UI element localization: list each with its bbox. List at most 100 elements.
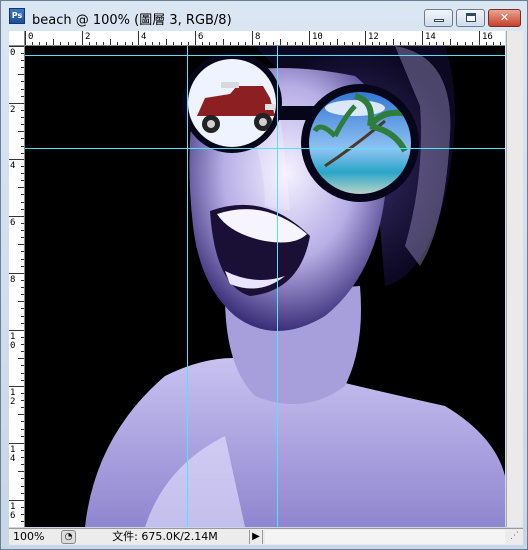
ruler-tick xyxy=(9,273,24,274)
ruler-tick xyxy=(464,42,466,45)
ruler-tick xyxy=(21,53,24,55)
horizontal-ruler[interactable]: 0 2 4 6 8 10 12 14 16 xyxy=(25,31,505,46)
horizontal-scrollbar[interactable] xyxy=(265,530,505,544)
ruler-tick xyxy=(436,42,438,45)
ruler-tick xyxy=(21,457,24,459)
ruler-tick xyxy=(407,42,409,45)
ruler-tick xyxy=(21,521,24,523)
vertical-scrollbar[interactable] xyxy=(506,31,523,527)
ruler-label: 10 xyxy=(312,32,323,42)
ruler-tick xyxy=(422,31,423,45)
ruler-tick xyxy=(386,42,388,45)
minimize-button[interactable] xyxy=(424,9,453,27)
ruler-tick xyxy=(21,351,24,353)
ruler-tick xyxy=(46,42,48,45)
ruler-tick xyxy=(330,42,332,45)
ruler-tick xyxy=(124,42,126,45)
title-bar[interactable]: Ps beach @ 100% (圖層 3, RGB/8) ✕ xyxy=(1,1,527,31)
ruler-tick xyxy=(9,216,24,217)
ruler-tick xyxy=(173,42,175,45)
ruler-tick xyxy=(21,81,24,83)
ruler-tick xyxy=(316,42,318,45)
status-menu-arrow-button[interactable]: ▶ xyxy=(249,530,263,544)
ruler-tick xyxy=(259,42,261,45)
ruler-tick xyxy=(21,95,24,97)
ruler-tick xyxy=(414,42,416,45)
ruler-tick xyxy=(21,478,24,480)
ruler-tick xyxy=(21,110,24,112)
ruler-tick xyxy=(21,280,24,282)
guide-horizontal-2 xyxy=(25,148,505,149)
ruler-tick xyxy=(21,514,24,516)
ruler-tick xyxy=(21,180,24,182)
vertical-ruler[interactable]: 0 2 4 6 8 1 0 1 2 1 4 1 6 xyxy=(9,46,25,527)
close-icon: ✕ xyxy=(499,11,510,24)
ruler-tick xyxy=(21,287,24,289)
ruler-tick xyxy=(9,443,24,444)
maximize-button[interactable] xyxy=(456,9,485,27)
ruler-tick xyxy=(67,42,69,45)
resize-grip-icon[interactable]: ⋰ xyxy=(510,531,522,543)
zoom-level-field[interactable]: 100% xyxy=(13,530,59,544)
close-button[interactable]: ✕ xyxy=(488,9,521,27)
ruler-tick xyxy=(21,124,24,126)
ruler-tick xyxy=(21,393,24,395)
ruler-tick xyxy=(393,39,395,45)
ruler-tick xyxy=(379,42,381,45)
ruler-tick xyxy=(21,223,24,225)
ruler-tick xyxy=(138,31,139,45)
ruler-tick xyxy=(21,322,24,324)
photoshop-app-icon: Ps xyxy=(9,8,25,24)
ruler-tick xyxy=(287,42,289,45)
ruler-tick xyxy=(344,42,346,45)
ruler-tick xyxy=(180,42,182,45)
ruler-tick xyxy=(74,42,76,45)
ruler-tick xyxy=(21,251,24,253)
ruler-tick xyxy=(223,39,225,45)
ruler-tick xyxy=(21,337,24,339)
ruler-tick xyxy=(500,42,502,45)
ruler-label: 1 4 xyxy=(10,445,16,464)
document-window: Ps beach @ 100% (圖層 3, RGB/8) ✕ 0 2 4 6 8 10 1… xyxy=(0,0,528,550)
ruler-tick xyxy=(21,145,24,147)
ruler-tick xyxy=(39,42,41,45)
ruler-tick xyxy=(21,372,24,374)
document-size-info: 文件: 675.0K/2.14M xyxy=(112,530,218,543)
ruler-tick xyxy=(309,31,310,45)
document-canvas[interactable] xyxy=(25,46,505,527)
ruler-label: 8 xyxy=(255,32,261,42)
ruler-tick xyxy=(21,435,24,437)
ruler-tick xyxy=(21,308,24,310)
ruler-tick xyxy=(372,42,374,45)
ruler-tick xyxy=(429,42,431,45)
ruler-tick xyxy=(82,31,83,45)
ruler-tick xyxy=(21,237,24,239)
ruler-tick xyxy=(493,42,495,45)
ruler-tick xyxy=(9,103,24,104)
ruler-tick xyxy=(60,42,62,45)
ruler-tick xyxy=(18,187,24,189)
ruler-tick xyxy=(202,42,204,45)
ruler-tick xyxy=(89,42,91,45)
ruler-tick xyxy=(323,42,325,45)
ruler-tick xyxy=(400,42,402,45)
ruler-tick xyxy=(18,244,24,246)
ruler-tick xyxy=(230,42,232,45)
ruler-tick xyxy=(21,379,24,381)
ruler-tick xyxy=(9,159,24,160)
ruler-label: 6 xyxy=(198,32,204,42)
ruler-tick xyxy=(252,31,253,45)
status-info-icon[interactable]: ◔ xyxy=(61,530,76,544)
ruler-tick xyxy=(18,358,24,360)
ruler-tick xyxy=(21,421,24,423)
ruler-tick xyxy=(21,344,24,346)
ruler-tick xyxy=(273,42,275,45)
ruler-tick xyxy=(280,39,282,45)
ruler-origin[interactable] xyxy=(9,31,25,46)
ruler-tick xyxy=(21,67,24,69)
ruler-tick xyxy=(21,464,24,466)
ruler-tick xyxy=(9,330,24,331)
ruler-label: 2 xyxy=(85,32,91,42)
ruler-label: 14 xyxy=(425,32,436,42)
ruler-tick xyxy=(479,31,480,45)
